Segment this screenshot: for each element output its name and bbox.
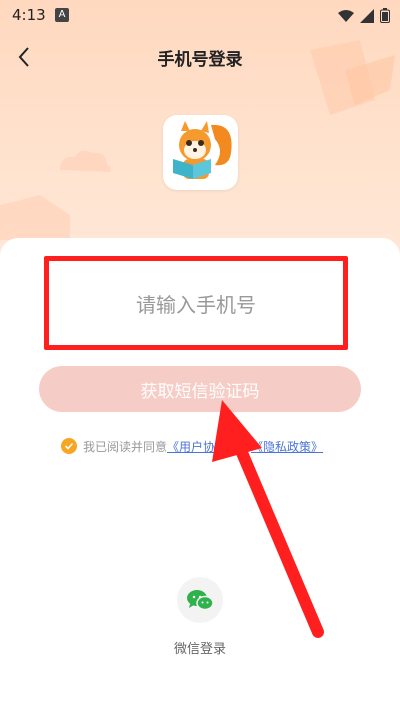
page-title: 手机号登录	[157, 50, 243, 70]
status-bar: 4:13 A	[0, 0, 400, 30]
privacy-policy-link[interactable]: 《隐私政策》	[251, 438, 323, 455]
battery-icon	[380, 8, 390, 23]
squirrel-reading-icon	[173, 121, 232, 179]
user-agreement-link[interactable]: 《用户协议》	[167, 438, 239, 455]
agreement-and: 和	[239, 439, 252, 454]
sms-button-label: 获取短信验证码	[140, 381, 260, 402]
agreement-row: 我已阅读并同意 《用户协议》 和 《隐私政策》	[61, 436, 361, 456]
wechat-icon	[187, 590, 214, 611]
agreement-checkbox[interactable]	[61, 438, 77, 454]
check-icon	[64, 442, 74, 450]
wifi-icon	[338, 9, 354, 22]
wechat-login-label: 微信登录	[173, 642, 226, 657]
agreement-prefix: 我已阅读并同意	[83, 439, 168, 454]
decorative-cloud-icon	[60, 150, 111, 172]
get-sms-code-button[interactable]: 获取短信验证码	[39, 366, 361, 412]
nav-bar: 手机号登录	[0, 36, 400, 76]
decorative-book-left-icon	[0, 195, 70, 240]
notification-a-icon: A	[55, 8, 69, 22]
phone-input-placeholder: 请输入手机号	[136, 292, 256, 317]
signal-icon	[360, 8, 374, 23]
status-icons	[338, 8, 390, 23]
phone-input[interactable]: 请输入手机号	[44, 256, 348, 350]
status-time: 4:13	[12, 6, 46, 24]
app-logo	[163, 115, 238, 190]
wechat-login-button[interactable]	[177, 577, 223, 623]
